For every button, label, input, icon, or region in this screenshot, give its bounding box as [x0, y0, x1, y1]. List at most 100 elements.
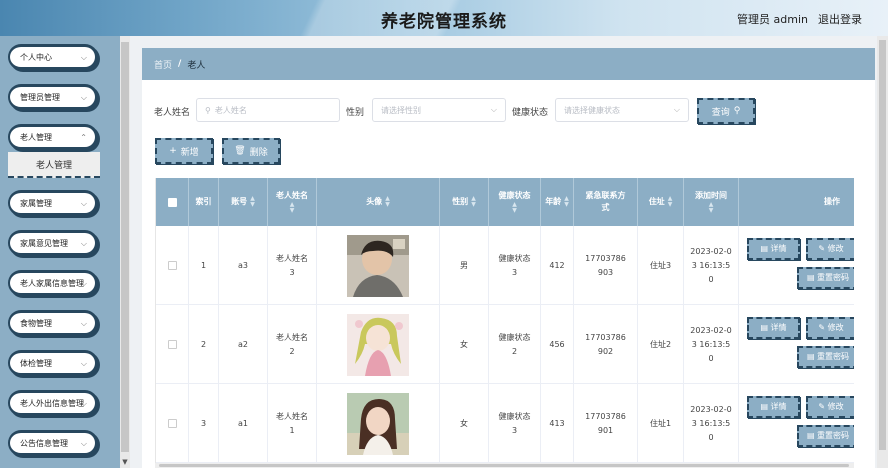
sort-icon[interactable]: ▲ ▼	[250, 196, 255, 208]
main-scrollbar[interactable]	[877, 36, 888, 468]
edit-button[interactable]: ✎ 修改	[806, 396, 854, 418]
edit-button[interactable]: ✎ 修改	[806, 317, 854, 339]
breadcrumb-home[interactable]: 首页	[154, 58, 172, 71]
col-index: 索引	[189, 178, 219, 226]
reset-password-button[interactable]: ▤ 重置密码	[797, 267, 854, 289]
edit-button[interactable]: ✎ 修改	[806, 238, 854, 260]
sidebar-item-elderly[interactable]: 老人管理 ⌃	[8, 124, 98, 150]
sidebar-item-label: 体检管理	[20, 358, 52, 368]
health-select[interactable]: 请选择健康状态 ⌵	[555, 98, 689, 122]
logout-link[interactable]: 退出登录	[818, 11, 862, 27]
chevron-down-icon: ⌵	[80, 319, 87, 328]
table-row: 3 a1 老人姓名1 女 健康状态3 413 17703786901 住址1 2…	[156, 384, 854, 463]
chevron-down-icon: ⌵	[80, 439, 87, 448]
add-button[interactable]: + 新增	[155, 138, 213, 164]
row-checkbox[interactable]	[156, 305, 189, 384]
chevron-down-icon: ⌵	[80, 239, 87, 248]
top-header: 养老院管理系统 管理员 admin 退出登录	[0, 0, 888, 36]
col-account[interactable]: 账号 ▲ ▼	[219, 178, 268, 226]
col-address[interactable]: 住址 ▲ ▼	[638, 178, 684, 226]
chevron-down-icon: ⌵	[673, 105, 680, 114]
detail-button[interactable]: ▤ 详情	[747, 238, 800, 260]
sidebar-item-label: 食物管理	[20, 318, 52, 328]
query-button[interactable]: 查询 ⚲	[697, 98, 755, 124]
col-name[interactable]: 老人姓名 ▲ ▼	[268, 178, 317, 226]
sidebar-item-food[interactable]: 食物管理 ⌵	[8, 310, 98, 336]
row-checkbox[interactable]	[156, 384, 189, 463]
cell-address: 住址3	[638, 226, 684, 305]
cell-account: a2	[219, 305, 268, 384]
chevron-down-icon: ⌵	[80, 93, 87, 102]
scrollbar-thumb[interactable]	[159, 464, 849, 467]
col-operations: 操作	[824, 197, 840, 206]
sidebar-item-notice[interactable]: 公告信息管理 ⌵	[8, 430, 98, 456]
sidebar-item-family-feedback[interactable]: 家属意见管理 ⌵	[8, 230, 98, 256]
col-avatar[interactable]: 头像 ▲ ▼	[317, 178, 440, 226]
sort-icon[interactable]: ▲ ▼	[385, 196, 390, 208]
col-phone[interactable]: 紧急联系方式	[574, 178, 638, 226]
cell-health: 健康状态3	[489, 226, 541, 305]
cell-name: 老人姓名1	[268, 384, 317, 463]
cell-age: 412	[541, 226, 574, 305]
scrollbar-thumb[interactable]	[121, 42, 129, 452]
scrollbar-thumb[interactable]	[879, 40, 886, 450]
document-icon: ▤	[806, 352, 818, 361]
sidebar-item-admin[interactable]: 管理员管理 ⌵	[8, 84, 98, 110]
cell-index: 1	[189, 226, 219, 305]
trash-icon: 🗑	[234, 146, 246, 156]
chevron-up-icon: ⌃	[80, 133, 87, 142]
avatar-image	[347, 234, 409, 297]
cell-age: 456	[541, 305, 574, 384]
sidebar-item-label: 家属管理	[20, 198, 52, 208]
breadcrumb-separator: /	[178, 59, 182, 69]
sidebar-item-outing[interactable]: 老人外出信息管理 ⌵	[8, 390, 98, 416]
detail-button[interactable]: ▤ 详情	[747, 317, 800, 339]
sort-icon[interactable]: ▲ ▼	[564, 196, 569, 208]
gender-placeholder: 请选择性别	[381, 105, 421, 115]
reset-password-button[interactable]: ▤ 重置密码	[797, 425, 854, 447]
sidebar-item-elderly-family-info[interactable]: 老人家属信息管理 ⌵	[8, 270, 98, 296]
sidebar-item-label: 家属意见管理	[20, 238, 68, 248]
select-all-checkbox[interactable]	[156, 178, 189, 226]
cell-health: 健康状态3	[489, 384, 541, 463]
cell-added-time: 2023-02-03 16:13:50	[684, 226, 739, 305]
add-label: 新增	[180, 147, 199, 158]
gender-select[interactable]: 请选择性别 ⌵	[372, 98, 506, 122]
chevron-down-icon: ⌵	[490, 105, 497, 114]
sidebar-item-personal-center[interactable]: 个人中心 ⌵	[8, 44, 98, 70]
sidebar-item-family[interactable]: 家属管理 ⌵	[8, 190, 98, 216]
col-age[interactable]: 年龄 ▲ ▼	[541, 178, 574, 226]
cell-account: a1	[219, 384, 268, 463]
delete-button[interactable]: 🗑 删除	[222, 138, 280, 164]
table-row: 1 a3 老人姓名3 男 健康状态3 412 17703786903 住址3 2…	[156, 226, 854, 305]
cell-address: 住址2	[638, 305, 684, 384]
sort-icon[interactable]: ▲ ▼	[668, 196, 673, 208]
document-icon: ▤	[760, 244, 771, 253]
avatar-image	[347, 392, 409, 455]
document-icon: ▤	[806, 273, 818, 282]
detail-button[interactable]: ▤ 详情	[747, 396, 800, 418]
edit-icon: ✎	[818, 323, 828, 332]
sort-icon[interactable]: ▲ ▼	[512, 202, 517, 214]
sidebar-item-checkup[interactable]: 体检管理 ⌵	[8, 350, 98, 376]
sort-icon[interactable]: ▲ ▼	[471, 196, 476, 208]
cell-phone: 17703786902	[574, 305, 638, 384]
sidebar-item-label: 老人家属信息管理	[20, 278, 84, 288]
sort-icon[interactable]: ▲ ▼	[290, 202, 295, 214]
sort-icon[interactable]: ▲ ▼	[709, 202, 714, 214]
col-added-time[interactable]: 添加时间 ▲ ▼	[684, 178, 739, 226]
col-health[interactable]: 健康状态 ▲ ▼	[489, 178, 541, 226]
col-gender[interactable]: 性别 ▲ ▼	[440, 178, 489, 226]
row-checkbox[interactable]	[156, 226, 189, 305]
query-label: 查询	[711, 107, 730, 118]
sidebar-item-label: 个人中心	[20, 52, 52, 62]
table-horizontal-scrollbar[interactable]	[155, 463, 854, 468]
search-icon: ⚲	[733, 106, 741, 116]
name-search-input[interactable]: ⚲ 老人姓名	[196, 98, 340, 122]
chevron-down-icon: ⌵	[80, 199, 87, 208]
sidebar-scrollbar[interactable]: ▼	[120, 36, 130, 468]
sidebar-subitem-elderly-manage[interactable]: 老人管理	[8, 152, 100, 178]
scroll-down-arrow-icon[interactable]: ▼	[120, 458, 130, 466]
reset-password-button[interactable]: ▤ 重置密码	[797, 346, 854, 368]
chevron-down-icon: ⌵	[80, 279, 87, 288]
